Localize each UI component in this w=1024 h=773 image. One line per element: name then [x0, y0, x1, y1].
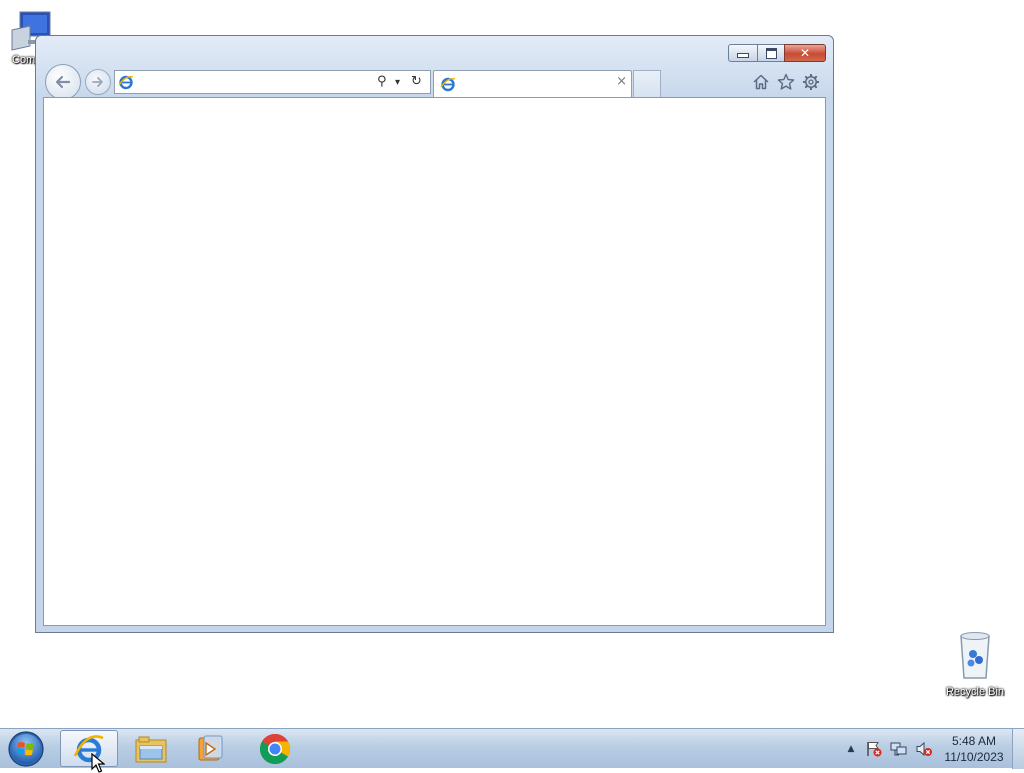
- tab-close-icon[interactable]: ×: [616, 74, 627, 89]
- search-icon[interactable]: ⚲: [377, 74, 387, 90]
- taskbar-windows-media-player[interactable]: [182, 730, 240, 767]
- ie-tab-icon: [440, 76, 456, 92]
- minimize-button[interactable]: [728, 44, 758, 62]
- network-icon[interactable]: [890, 740, 908, 758]
- show-hidden-icons-icon[interactable]: ▲: [842, 740, 860, 758]
- mouse-cursor-icon: [91, 753, 105, 773]
- tab-active[interactable]: ×: [433, 70, 632, 97]
- clock-time: 5:48 AM: [951, 734, 997, 748]
- folder-icon: [135, 736, 167, 762]
- back-button[interactable]: [45, 64, 81, 100]
- browser-window[interactable]: ✕ ⚲ ▾ ↻ ×: [35, 35, 834, 633]
- address-bar[interactable]: ⚲ ▾ ↻: [114, 70, 431, 94]
- taskbar-internet-explorer[interactable]: [60, 730, 118, 773]
- taskbar-clock[interactable]: 5:48 AM 11/10/2023: [938, 733, 1010, 765]
- page-content-area[interactable]: [43, 97, 826, 626]
- taskbar-windows-explorer[interactable]: [122, 730, 180, 767]
- minimize-icon: [737, 53, 749, 58]
- taskbar-google-chrome[interactable]: [246, 730, 304, 767]
- close-button[interactable]: ✕: [784, 44, 826, 62]
- recycle-bin-icon: [960, 632, 990, 679]
- start-button[interactable]: [6, 730, 46, 768]
- favorites-star-icon[interactable]: [776, 72, 796, 92]
- address-input[interactable]: [137, 73, 371, 93]
- volume-muted-icon[interactable]: [915, 740, 933, 758]
- new-tab-button[interactable]: [633, 70, 661, 97]
- desktop-icon-label: Recycle Bin: [945, 686, 1005, 698]
- media-player-icon: [198, 735, 223, 760]
- desktop-icon-recycle-bin[interactable]: Recycle Bin: [939, 630, 1011, 698]
- maximize-button[interactable]: [757, 44, 785, 62]
- taskbar: ▲ 5:48 AM 11/10/2023: [0, 728, 1024, 773]
- windows-orb-icon: [8, 731, 44, 767]
- address-dropdown-icon[interactable]: ▾: [395, 75, 400, 91]
- refresh-icon[interactable]: ↻: [411, 74, 422, 90]
- clock-date: 11/10/2023: [944, 750, 1004, 764]
- chrome-icon: [260, 733, 290, 764]
- show-desktop-button[interactable]: [1012, 729, 1024, 769]
- action-center-flag-icon[interactable]: [865, 740, 883, 758]
- maximize-icon: [765, 47, 777, 59]
- arrow-right-icon: [92, 77, 103, 87]
- arrow-left-icon: [55, 75, 71, 89]
- home-icon[interactable]: [751, 72, 771, 92]
- gear-icon[interactable]: [801, 72, 821, 92]
- forward-button[interactable]: [85, 69, 111, 95]
- ie-page-icon: [118, 74, 134, 90]
- close-icon: ✕: [799, 46, 811, 60]
